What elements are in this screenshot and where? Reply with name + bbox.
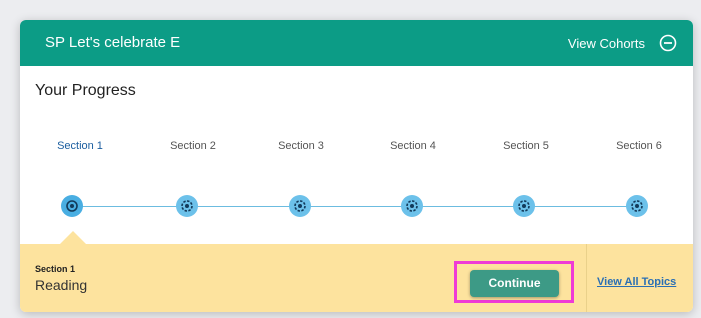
footer-divider — [586, 244, 587, 312]
section-tab-2[interactable]: Section 2 — [148, 140, 238, 152]
section-5-node-icon[interactable] — [513, 195, 535, 217]
section-tab-5[interactable]: Section 5 — [481, 140, 571, 152]
continue-button[interactable]: Continue — [470, 270, 559, 297]
section-tab-4[interactable]: Section 4 — [368, 140, 458, 152]
card-header: SP Let's celebrate E View Cohorts — [20, 20, 693, 66]
section-tab-6[interactable]: Section 6 — [594, 140, 684, 152]
minus-circle-icon[interactable] — [659, 34, 677, 52]
section-6-node-icon[interactable] — [626, 195, 648, 217]
active-section-pointer — [60, 231, 86, 244]
section-3-node-icon[interactable] — [289, 195, 311, 217]
section-4-node-icon[interactable] — [401, 195, 423, 217]
section-tab-1[interactable]: Section 1 — [35, 140, 125, 152]
continue-highlight-box: Continue — [454, 261, 574, 303]
section-2-node-icon[interactable] — [176, 195, 198, 217]
current-section-label: Section 1 — [35, 264, 76, 274]
section-tab-3[interactable]: Section 3 — [256, 140, 346, 152]
view-cohorts-link[interactable]: View Cohorts — [568, 36, 645, 51]
view-all-topics-link[interactable]: View All Topics — [597, 276, 676, 288]
progress-title: Your Progress — [35, 82, 136, 99]
cohort-title: SP Let's celebrate E — [45, 34, 181, 51]
current-topic-name: Reading — [35, 277, 88, 293]
section-1-node-icon[interactable] — [61, 195, 83, 217]
cohort-card: SP Let's celebrate E View Cohorts Your P… — [20, 20, 693, 312]
current-topic-bar: Section 1 Reading Continue View All Topi… — [20, 244, 693, 312]
progress-track-line — [72, 206, 637, 207]
